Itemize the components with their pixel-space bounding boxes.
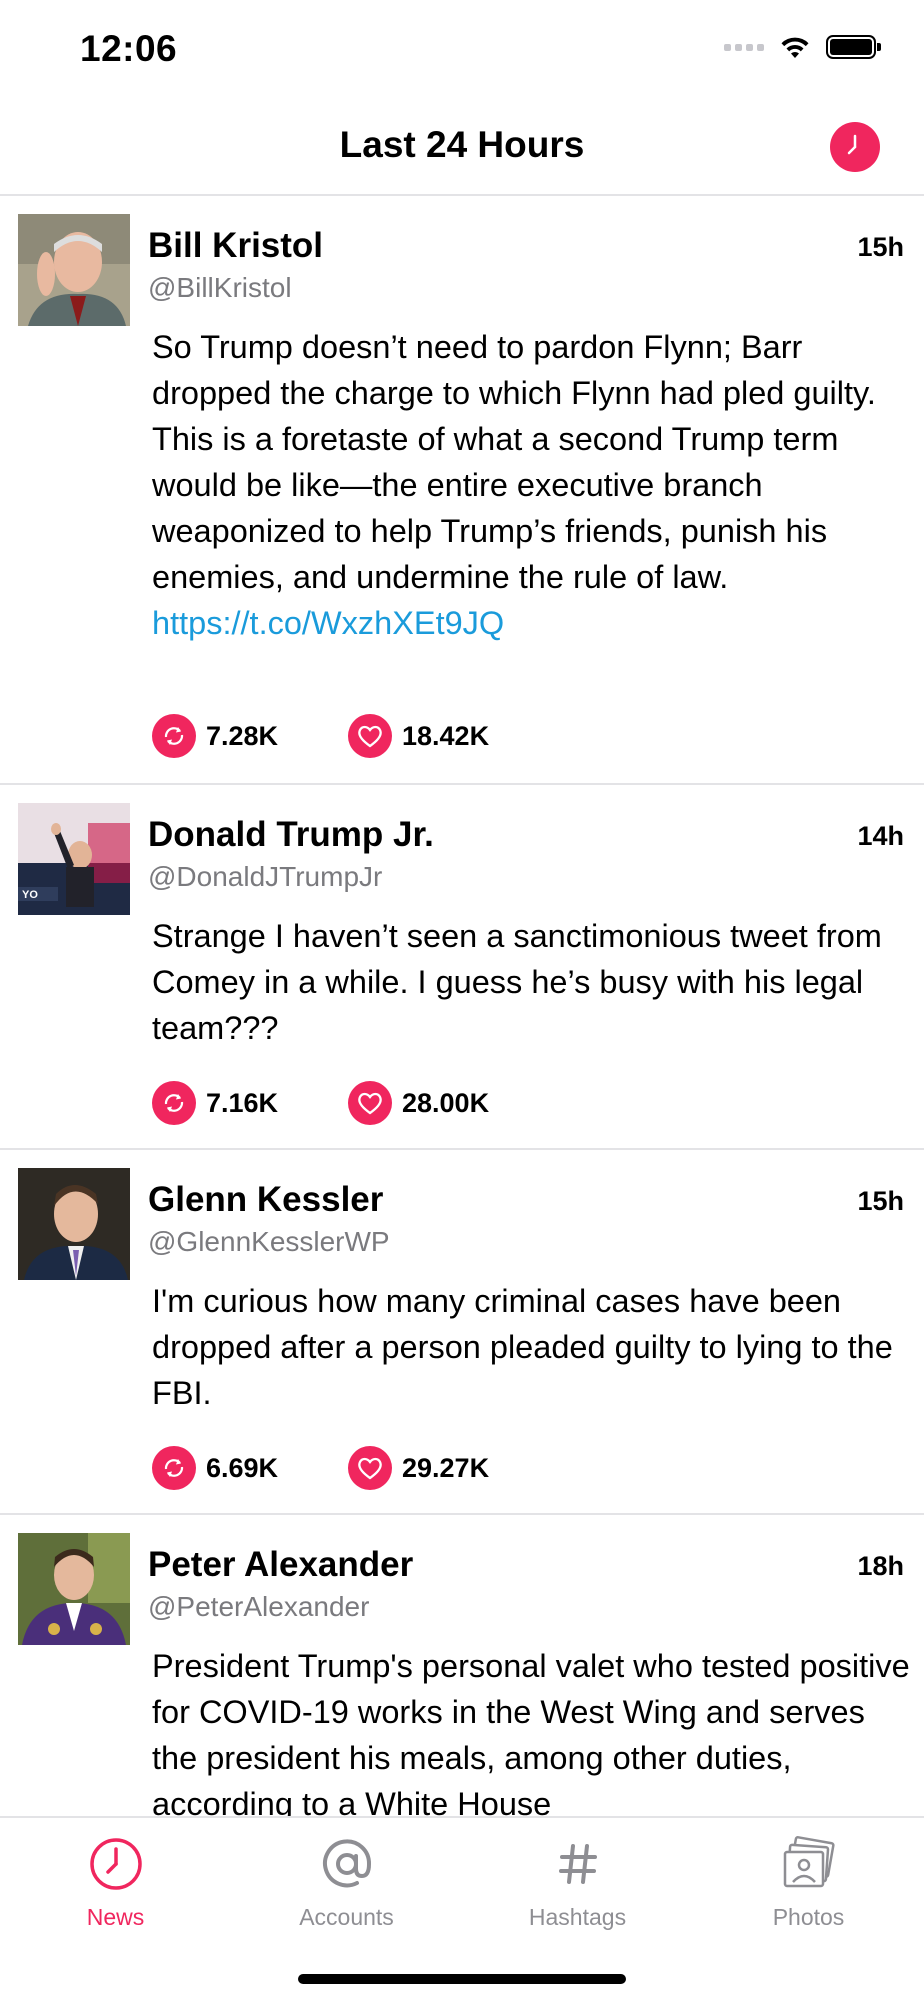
tab-label: Hashtags bbox=[528, 1904, 627, 1930]
status-time: 12:06 bbox=[80, 28, 178, 69]
heart-icon bbox=[348, 1081, 392, 1125]
tab-accounts[interactable]: Accounts bbox=[231, 1832, 462, 1931]
battery-icon bbox=[826, 35, 881, 59]
author-name: Donald Trump Jr. bbox=[148, 815, 434, 854]
tweet-text-block: Strange I haven’t seen a sanctimonious t… bbox=[152, 913, 912, 1051]
clock-icon bbox=[847, 134, 857, 155]
tab-label: News bbox=[86, 1904, 145, 1930]
clock-icon bbox=[89, 1838, 142, 1890]
retweet-count: 7.16K bbox=[206, 1087, 279, 1118]
heart-icon bbox=[348, 714, 392, 758]
tweet-age: 15h bbox=[857, 232, 904, 262]
tweet-age: 15h bbox=[857, 1186, 904, 1216]
tweet-item[interactable]: YO Donald Trump Jr. @DonaldJTrumpJr 14h … bbox=[0, 785, 924, 1150]
status-icons bbox=[724, 34, 881, 60]
author-name: Bill Kristol bbox=[148, 226, 324, 265]
navigation-bar: Last 24 Hours bbox=[0, 100, 924, 196]
wifi-icon bbox=[781, 37, 809, 58]
tab-news[interactable]: News bbox=[0, 1832, 231, 1931]
author-handle: @PeterAlexander bbox=[148, 1591, 370, 1622]
like-stat[interactable]: 29.27K bbox=[348, 1446, 489, 1490]
tab-bar: News Accounts Hashtags Photos bbox=[0, 1816, 924, 2000]
tweet-stats: 6.69K 29.27K bbox=[152, 1446, 489, 1490]
photos-icon bbox=[783, 1836, 835, 1888]
retweet-stat[interactable]: 7.28K bbox=[152, 714, 348, 758]
hashtag-icon bbox=[558, 1844, 597, 1884]
retweet-icon bbox=[152, 1081, 196, 1125]
retweet-count: 7.28K bbox=[206, 720, 279, 751]
page-title: Last 24 Hours bbox=[339, 124, 585, 165]
status-bar: 12:06 bbox=[0, 0, 924, 100]
like-count: 28.00K bbox=[402, 1087, 490, 1118]
author-handle: @BillKristol bbox=[148, 272, 292, 303]
cellular-signal-icon bbox=[724, 43, 764, 51]
tab-label: Accounts bbox=[299, 1904, 394, 1930]
tweet-link[interactable]: https://t.co/WxzhXEt9JQ bbox=[152, 600, 912, 646]
tweet-item[interactable]: Bill Kristol @BillKristol 15h So Trump d… bbox=[0, 196, 924, 785]
like-count: 29.27K bbox=[402, 1452, 490, 1483]
author-name: Peter Alexander bbox=[148, 1545, 414, 1584]
like-stat[interactable]: 18.42K bbox=[348, 714, 489, 758]
tweet-item[interactable]: Glenn Kessler @GlennKesslerWP 15h I'm cu… bbox=[0, 1150, 924, 1515]
retweet-icon bbox=[152, 1446, 196, 1490]
at-sign-icon bbox=[322, 1839, 371, 1888]
tweet-text: I'm curious how many criminal cases have… bbox=[152, 1283, 893, 1411]
tweet-text-block: So Trump doesn’t need to pardon Flynn; B… bbox=[152, 324, 912, 646]
tweet-text-block: President Trump's personal valet who tes… bbox=[152, 1643, 912, 1816]
retweet-stat[interactable]: 7.16K bbox=[152, 1081, 348, 1125]
tweet-text: Strange I haven’t seen a sanctimonious t… bbox=[152, 918, 882, 1046]
tab-hashtags[interactable]: Hashtags bbox=[462, 1832, 693, 1931]
home-indicator[interactable] bbox=[298, 1974, 626, 1984]
avatar[interactable] bbox=[18, 1168, 130, 1280]
tweet-item[interactable]: Peter Alexander @PeterAlexander 18h Pres… bbox=[0, 1515, 924, 1816]
like-count: 18.42K bbox=[402, 720, 490, 751]
retweet-stat[interactable]: 6.69K bbox=[152, 1446, 348, 1490]
tweet-text: So Trump doesn’t need to pardon Flynn; B… bbox=[152, 329, 876, 595]
time-filter-button[interactable] bbox=[830, 122, 880, 172]
author-handle: @GlennKesslerWP bbox=[148, 1226, 390, 1257]
retweet-count: 6.69K bbox=[206, 1452, 279, 1483]
avatar[interactable]: YO bbox=[18, 803, 130, 915]
heart-icon bbox=[348, 1446, 392, 1490]
tweet-text: President Trump's personal valet who tes… bbox=[152, 1648, 910, 1816]
tweet-age: 18h bbox=[857, 1551, 904, 1581]
tweet-age: 14h bbox=[857, 821, 904, 851]
author-name: Glenn Kessler bbox=[148, 1180, 384, 1219]
tab-label: Photos bbox=[772, 1904, 845, 1930]
tweet-feed[interactable]: Bill Kristol @BillKristol 15h So Trump d… bbox=[0, 196, 924, 1816]
tab-photos[interactable]: Photos bbox=[693, 1832, 924, 1931]
svg-text:YO: YO bbox=[22, 889, 38, 901]
retweet-icon bbox=[152, 714, 196, 758]
tweet-text-block: I'm curious how many criminal cases have… bbox=[152, 1278, 912, 1416]
author-handle: @DonaldJTrumpJr bbox=[148, 861, 383, 892]
tweet-stats: 7.28K 18.42K bbox=[152, 714, 489, 758]
like-stat[interactable]: 28.00K bbox=[348, 1081, 489, 1125]
tweet-stats: 7.16K 28.00K bbox=[152, 1081, 489, 1125]
avatar[interactable] bbox=[18, 214, 130, 326]
avatar[interactable] bbox=[18, 1533, 130, 1645]
